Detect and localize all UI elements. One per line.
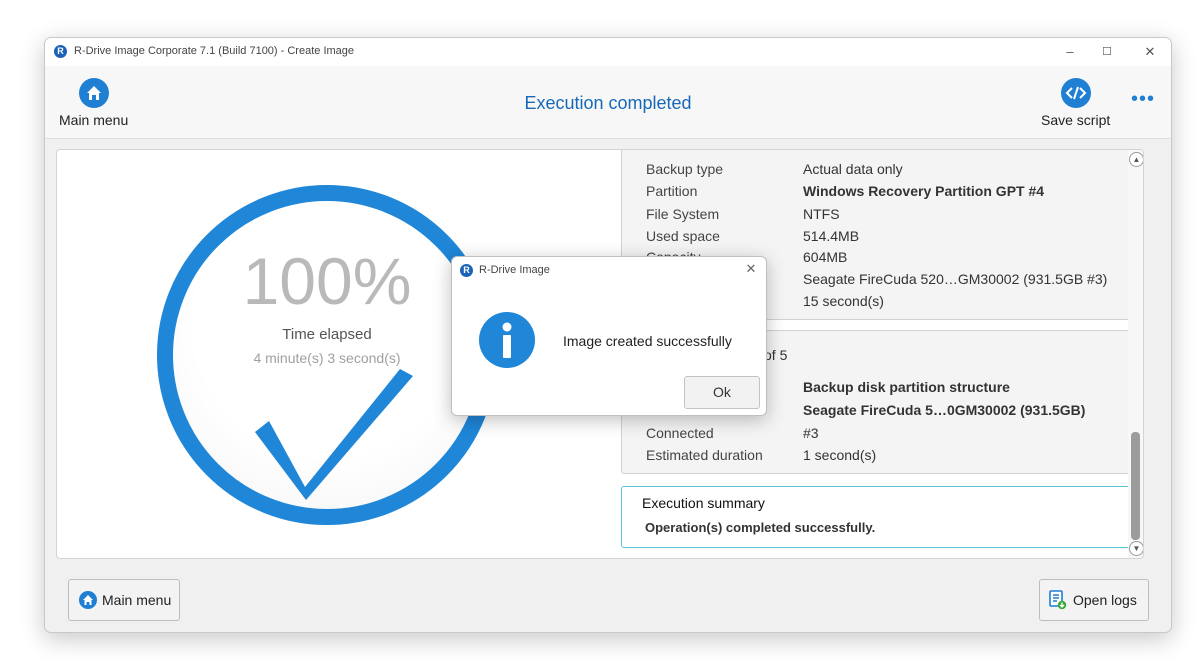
detail-row: Used space 514.4MB [646,228,1136,246]
detail-key: File System [646,206,720,222]
step-key: Estimated duration [646,447,763,463]
execution-summary: Execution summary Operation(s) completed… [621,486,1140,548]
detail-value: Actual data only [803,161,903,177]
page-title: Execution completed [524,93,692,113]
app-logo-icon [460,264,473,277]
detail-value: Seagate FireCuda 520…GM30002 (931.5GB #3… [803,271,1108,287]
open-logs-button[interactable]: Open logs [1039,579,1149,621]
step-value: Seagate FireCuda 5…0GM30002 (931.5GB) [803,402,1086,418]
step-heading-text: of 5 [764,347,788,363]
step-value: 1 second(s) [803,447,877,463]
checkmark-icon [255,369,413,500]
detail-value: NTFS [803,206,840,222]
detail-row: File System NTFS [646,206,1136,224]
minimize-button[interactable]: – [1059,43,1081,61]
detail-key: Partition [646,183,698,199]
app-logo-icon [54,45,67,58]
home-icon [79,591,97,609]
vertical-scrollbar[interactable]: ▲ ▼ [1128,150,1143,558]
main-menu-button[interactable]: Main menu [68,579,180,621]
toolbar: Main menu Execution completed Save scrip… [45,66,1171,139]
main-menu-button-label: Main menu [102,592,172,608]
more-options-button[interactable]: ••• [1131,88,1155,111]
scroll-down-icon[interactable]: ▼ [1129,541,1143,556]
title-bar: R-Drive Image Corporate 7.1 (Build 7100)… [45,38,1171,66]
time-elapsed-label: Time elapsed [282,326,372,343]
save-script-label: Save script [1041,112,1111,128]
message-dialog: R-Drive Image ✕ Image created successful… [451,256,767,416]
dialog-title: R-Drive Image [479,264,550,276]
detail-value: Windows Recovery Partition GPT #4 [803,183,1045,199]
detail-key: Backup type [646,161,724,177]
dialog-message: Image created successfully [563,333,732,349]
save-script-button[interactable]: Save script [1041,78,1110,128]
step-value: Backup disk partition structure [803,379,1010,395]
detail-key: Used space [646,228,720,244]
detail-value: 604MB [803,249,848,265]
step-row: Connected #3 [646,425,1136,443]
summary-text: Operation(s) completed successfully. [645,520,876,535]
detail-row: Backup type Actual data only [646,161,1136,179]
summary-title: Execution summary [642,495,765,511]
step-row: Estimated duration 1 second(s) [646,447,1136,465]
window-title: R-Drive Image Corporate 7.1 (Build 7100)… [74,45,355,57]
detail-row: Partition Windows Recovery Partition GPT … [646,183,1136,201]
dialog-close-button[interactable]: ✕ [742,260,760,278]
progress-ring: 100% Time elapsed 4 minute(s) 3 second(s… [157,185,497,525]
detail-value: 514.4MB [803,228,860,244]
step-value: #3 [803,425,819,441]
code-icon [1060,78,1091,108]
ok-button[interactable]: Ok [684,376,760,409]
maximize-button[interactable]: ☐ [1096,43,1118,61]
step-key: Connected [646,425,714,441]
detail-value: 15 second(s) [803,293,884,309]
progress-percent: 100% [242,244,412,318]
time-elapsed-value: 4 minute(s) 3 second(s) [253,350,401,366]
open-logs-button-label: Open logs [1073,592,1137,608]
scroll-up-icon[interactable]: ▲ [1129,152,1143,167]
scrollbar-thumb[interactable] [1131,432,1140,540]
main-menu-toolbar-label: Main menu [59,112,129,128]
info-icon [479,312,535,368]
log-file-icon [1049,590,1067,610]
close-button[interactable]: ✕ [1139,43,1161,61]
